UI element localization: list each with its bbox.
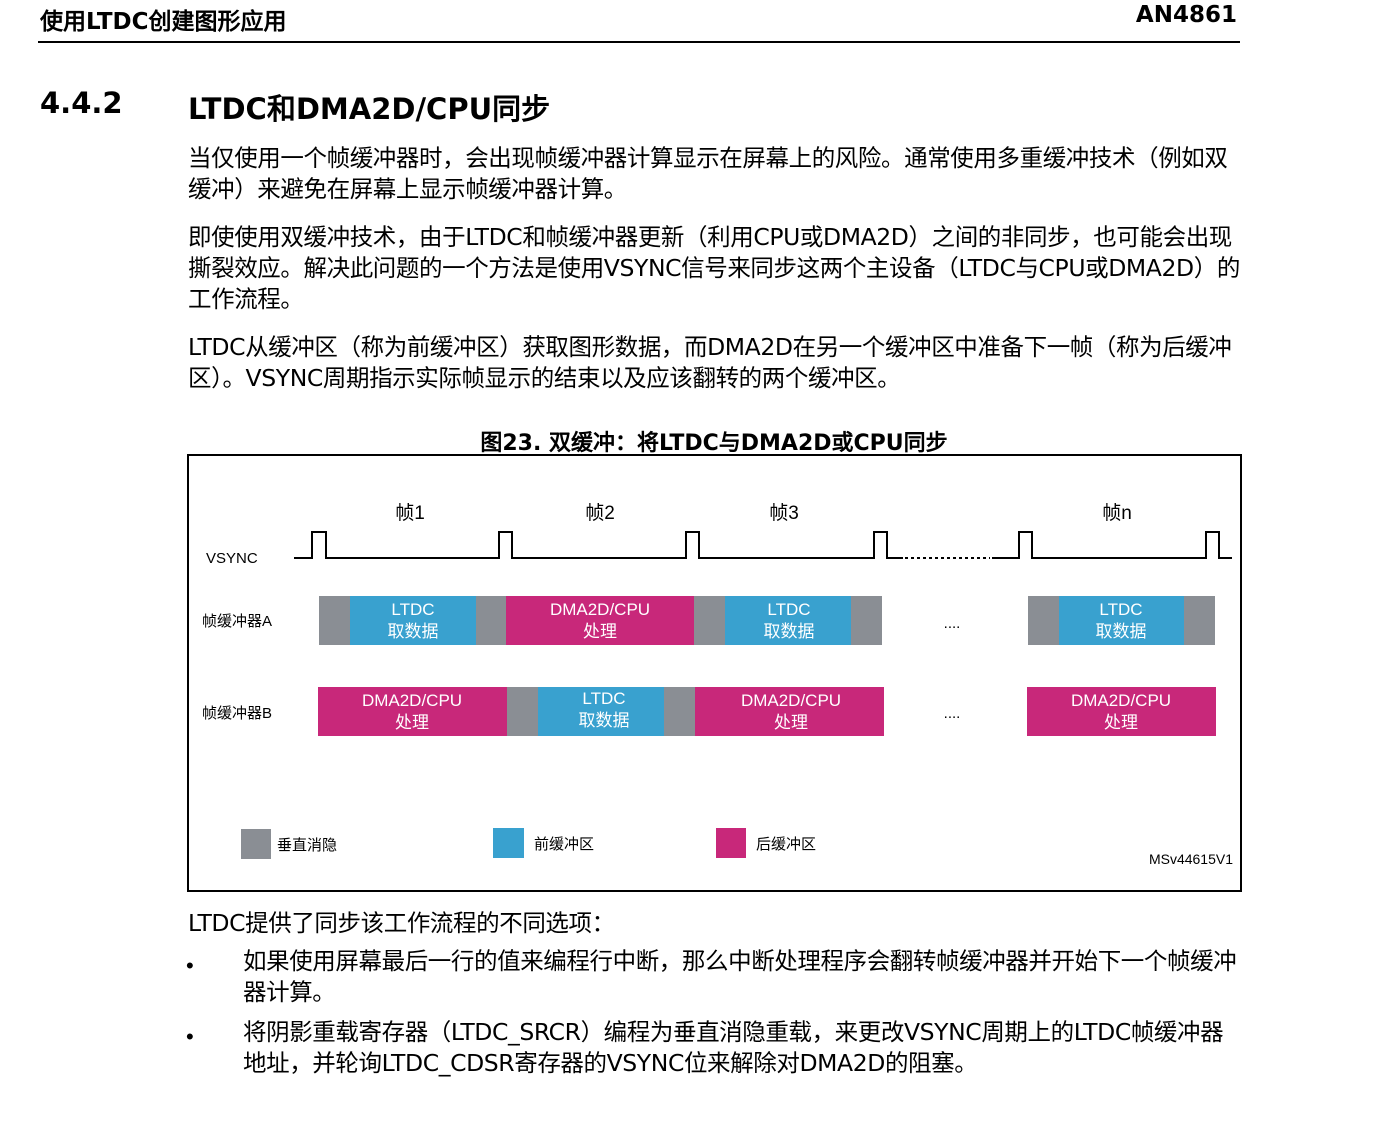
legend-swatch-back <box>716 828 746 858</box>
section-title: LTDC和DMA2D/CPU同步 <box>188 92 551 126</box>
block-text: DMA2D/CPU <box>1071 691 1171 710</box>
block-text: LTDC <box>767 600 810 619</box>
legend-label-back: 后缓冲区 <box>756 836 816 853</box>
block-text: 处理 <box>774 713 808 732</box>
block-text: DMA2D/CPU <box>362 691 462 710</box>
frame-label-1: 帧1 <box>395 502 425 524</box>
document-id: AN4861 <box>1135 2 1237 28</box>
bullet-mark: • <box>186 1024 194 1049</box>
frame-label-3: 帧3 <box>769 502 799 524</box>
vblank-block <box>1184 596 1215 645</box>
row-label-a: 帧缓冲器A <box>202 613 272 630</box>
bullet-mark: • <box>186 953 194 978</box>
block-text: LTDC <box>582 689 625 708</box>
block-text: DMA2D/CPU <box>741 691 841 710</box>
block-text: LTDC <box>1099 600 1142 619</box>
figure-caption: 图23. 双缓冲：将LTDC与DMA2D或CPU同步 <box>480 431 948 456</box>
options-intro: LTDC提供了同步该工作流程的不同选项： <box>188 909 615 937</box>
paragraph-2: 即使使用双缓冲技术，由于LTDC和帧缓冲器更新（利用CPU或DMA2D）之间的非… <box>188 223 1240 313</box>
block-text: LTDC <box>391 600 434 619</box>
vsync-label: VSYNC <box>206 550 258 567</box>
bullet-item-2: 将阴影重载寄存器（LTDC_SRCR）编程为垂直消隐重载，来更改VSYNC周期上… <box>243 1018 1224 1077</box>
bullet-item-1: 如果使用屏幕最后一行的值来编程行中断，那么中断处理程序会翻转帧缓冲器并开始下一个… <box>243 947 1237 1006</box>
vblank-block <box>1028 596 1059 645</box>
timing-diagram: 帧1 帧2 帧3 帧n VSYNC 帧缓冲器A 帧缓冲器B LTDC 取数据 D… <box>187 454 1242 892</box>
ellipsis-b: .... <box>944 705 961 722</box>
vsync-waveform <box>294 531 1232 559</box>
header-title: 使用LTDC创建图形应用 <box>40 9 287 35</box>
section-number: 4.4.2 <box>40 86 123 120</box>
figure-ref-code: MSv44615V1 <box>1149 851 1233 867</box>
vblank-block <box>664 687 695 736</box>
vblank-block <box>507 687 538 736</box>
paragraph-3: LTDC从缓冲区（称为前缓冲区）获取图形数据，而DMA2D在另一个缓冲区中准备下… <box>188 333 1232 392</box>
frame-label-2: 帧2 <box>585 502 615 524</box>
legend-label-vblank: 垂直消隐 <box>277 837 337 854</box>
vblank-block <box>851 596 882 645</box>
block-text: DMA2D/CPU <box>550 600 650 619</box>
block-text: 取数据 <box>1096 622 1147 641</box>
block-text: 处理 <box>395 713 429 732</box>
vblank-block <box>694 596 725 645</box>
block-text: 取数据 <box>388 622 439 641</box>
block-text: 取数据 <box>764 622 815 641</box>
vblank-block <box>319 596 350 645</box>
block-text: 处理 <box>1104 713 1138 732</box>
vblank-block <box>476 596 506 645</box>
legend-label-front: 前缓冲区 <box>534 836 594 853</box>
header-divider <box>38 41 1240 43</box>
block-text: 处理 <box>583 622 617 641</box>
legend-swatch-vblank <box>241 829 271 859</box>
row-label-b: 帧缓冲器B <box>202 705 272 722</box>
legend-swatch-front <box>493 828 524 858</box>
ellipsis-a: .... <box>944 615 961 632</box>
frame-label-n: 帧n <box>1102 502 1132 524</box>
block-text: 取数据 <box>579 711 630 730</box>
paragraph-1: 当仅使用一个帧缓冲器时，会出现帧缓冲器计算显示在屏幕上的风险。通常使用多重缓冲技… <box>188 144 1228 203</box>
